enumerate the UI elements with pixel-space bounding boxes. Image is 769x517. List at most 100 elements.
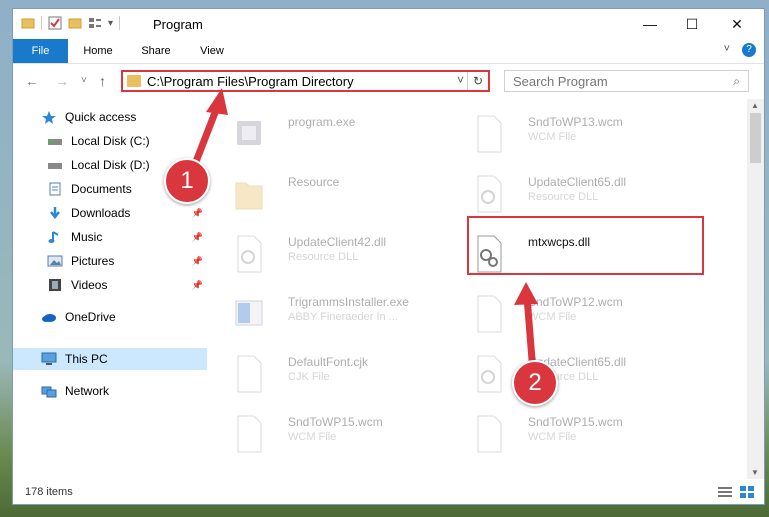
file-item[interactable]: Resource xyxy=(210,169,450,224)
scrollbar-thumb[interactable] xyxy=(750,113,761,163)
sidebar-item-onedrive[interactable]: OneDrive xyxy=(13,306,207,328)
pin-icon[interactable]: 📌 xyxy=(192,256,203,267)
minimize-button[interactable]: — xyxy=(627,9,673,39)
sidebar-item-label: Videos xyxy=(71,278,108,292)
videos-icon xyxy=(47,278,63,292)
file-name: UpdateClient42.dll xyxy=(288,235,387,249)
expand-ribbon-icon[interactable]: ˅ xyxy=(724,43,730,57)
dll-icon xyxy=(474,175,504,213)
tab-home[interactable]: Home xyxy=(75,39,121,63)
properties-icon[interactable] xyxy=(48,16,62,30)
file-item[interactable]: UpdateClient42.dll Resource DLL xyxy=(210,229,450,284)
file-type: WCM File xyxy=(528,131,577,143)
search-box[interactable]: ⌕ xyxy=(504,70,749,92)
drive-icon xyxy=(47,158,63,172)
dll-icon xyxy=(474,355,504,393)
forward-button[interactable]: → xyxy=(55,73,69,89)
network-icon xyxy=(41,384,57,398)
window-title: Program xyxy=(153,17,203,32)
file-item[interactable]: UpdateClient65.dll Resource DLL xyxy=(450,349,690,404)
file-name: DefaultFont.cjk xyxy=(288,355,369,369)
sidebar-item-downloads[interactable]: Downloads 📌 xyxy=(13,202,207,224)
scroll-up-icon[interactable]: ▲ xyxy=(751,101,759,110)
file-item[interactable]: SndToWP15.wcm WCM File xyxy=(450,409,690,464)
pictures-icon xyxy=(47,254,63,268)
tab-file[interactable]: File xyxy=(13,39,68,63)
address-bar[interactable]: C:\Program Files\Program Directory ˅ ↻ xyxy=(121,70,490,92)
details-view-icon[interactable] xyxy=(718,486,732,501)
close-button[interactable]: ✕ xyxy=(714,9,760,39)
file-name: SndToWP15.wcm xyxy=(528,415,623,429)
file-name: UpdateClient65.dll xyxy=(528,175,627,189)
refresh-button[interactable]: ↻ xyxy=(467,72,488,90)
sidebar-item-label: Local Disk (D:) xyxy=(71,158,150,172)
item-count: 178 items xyxy=(25,486,73,498)
file-name: program.exe xyxy=(288,115,356,129)
customize-toolbar-icon[interactable] xyxy=(88,16,102,30)
file-icon xyxy=(474,295,504,333)
sidebar-item-label: This PC xyxy=(65,352,108,366)
new-folder-icon[interactable] xyxy=(68,16,82,30)
pin-icon[interactable]: 📌 xyxy=(192,208,203,219)
recent-locations-button[interactable]: ˅ xyxy=(81,75,87,86)
file-type: WCM File xyxy=(528,431,577,443)
ribbon-right-controls: ˅ ? xyxy=(724,43,756,57)
file-name: SndToWP13.wcm xyxy=(528,115,623,129)
dll-icon xyxy=(234,235,264,273)
file-type: Resource DLL xyxy=(528,191,599,203)
callout-badge-2: 2 xyxy=(512,360,558,406)
sidebar-item-label: Quick access xyxy=(65,110,137,124)
help-icon[interactable]: ? xyxy=(742,43,756,57)
file-list: program.exe SndToWP13.wcm WCM File Resou… xyxy=(210,99,740,479)
file-item[interactable]: SndToWP15.wcm WCM File xyxy=(210,409,450,464)
sidebar-item-label: Documents xyxy=(71,182,132,196)
folder-icon xyxy=(234,175,264,213)
file-item[interactable]: DefaultFont.cjk CJK File xyxy=(210,349,450,404)
drive-icon xyxy=(47,134,63,148)
music-icon xyxy=(47,230,63,244)
folder-icon xyxy=(21,16,35,30)
scroll-down-icon[interactable]: ▼ xyxy=(751,468,759,477)
file-item[interactable]: SndToWP13.wcm WCM File xyxy=(450,109,690,164)
search-input[interactable] xyxy=(511,73,715,90)
folder-icon xyxy=(127,75,141,87)
address-path[interactable]: C:\Program Files\Program Directory xyxy=(147,74,354,89)
star-icon xyxy=(41,110,57,124)
sidebar-item-pictures[interactable]: Pictures 📌 xyxy=(13,250,207,272)
file-item[interactable]: TrigrammsInstaller.exe ABBY Fineraeder I… xyxy=(210,289,450,344)
address-dropdown-icon[interactable]: ˅ xyxy=(457,73,464,87)
sidebar-item-this-pc[interactable]: This PC xyxy=(13,348,207,370)
maximize-button[interactable]: ☐ xyxy=(669,9,715,39)
large-icons-view-icon[interactable] xyxy=(740,486,754,501)
installer-icon xyxy=(234,295,264,333)
pin-icon[interactable]: 📌 xyxy=(192,280,203,291)
sidebar-item-label: Pictures xyxy=(71,254,115,268)
up-button[interactable]: ↑ xyxy=(99,73,106,89)
sidebar-item-network[interactable]: Network xyxy=(13,380,207,402)
file-type: CJK File xyxy=(288,371,330,383)
quick-access-toolbar: ▾ xyxy=(21,16,121,30)
file-item[interactable]: program.exe xyxy=(210,109,450,164)
toolbar-divider xyxy=(41,16,42,30)
navigation-bar: ← → ˅ ↑ C:\Program Files\Program Directo… xyxy=(13,64,764,98)
file-icon xyxy=(234,355,264,393)
computer-icon xyxy=(41,352,57,366)
sidebar-item-music[interactable]: Music 📌 xyxy=(13,226,207,248)
toolbar-dropdown-icon[interactable]: ▾ xyxy=(108,18,113,29)
pin-icon[interactable]: 📌 xyxy=(192,232,203,243)
file-name: Resource xyxy=(288,175,340,189)
documents-icon xyxy=(47,182,63,196)
downloads-icon xyxy=(47,206,63,220)
vertical-scrollbar[interactable]: ▲ ▼ xyxy=(747,99,764,479)
search-icon: ⌕ xyxy=(733,74,740,88)
tab-share[interactable]: Share xyxy=(133,39,179,63)
file-name: SndToWP15.wcm xyxy=(288,415,383,429)
file-type: ABBY Fineraeder In ... xyxy=(288,311,398,323)
sidebar-item-videos[interactable]: Videos 📌 xyxy=(13,274,207,296)
sidebar-item-local-disk-c[interactable]: Local Disk (C:) xyxy=(13,130,207,152)
back-button[interactable]: ← xyxy=(25,73,39,89)
tab-view[interactable]: View xyxy=(189,39,235,63)
file-item[interactable]: SndToWP12.wcm WCM File xyxy=(450,289,690,344)
toolbar-divider xyxy=(119,16,121,30)
sidebar-item-quick-access[interactable]: Quick access xyxy=(13,106,207,128)
